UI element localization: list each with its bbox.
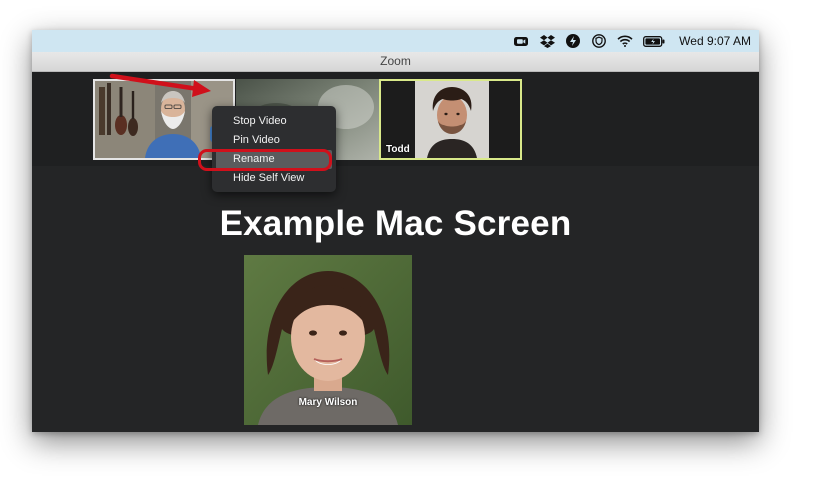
participant-name-label: Mary Wilson (298, 397, 358, 408)
shield-icon[interactable] (591, 33, 607, 49)
mac-screen: Wed 9:07 AM Zoom Todd Stop Video Pin Vid… (32, 30, 759, 432)
zoom-video-icon[interactable] (513, 33, 529, 49)
menu-item-stop-video[interactable]: Stop Video (212, 112, 336, 131)
wifi-icon[interactable] (617, 33, 633, 49)
window-title: Zoom (380, 54, 411, 68)
rename-callout-outline (198, 149, 332, 171)
video-strip: Todd ··· (32, 72, 759, 166)
battery-icon[interactable] (643, 33, 665, 49)
menu-bar-clock: Wed 9:07 AM (679, 34, 751, 48)
dropbox-icon[interactable] (539, 33, 555, 49)
window-title-bar: Zoom (32, 52, 759, 72)
mac-menu-bar: Wed 9:07 AM (32, 30, 759, 52)
main-video-tile[interactable]: Mary Wilson (244, 255, 412, 425)
menu-item-pin-video[interactable]: Pin Video (212, 131, 336, 150)
participant-name-label: Todd (386, 144, 410, 155)
bolt-icon[interactable] (565, 33, 581, 49)
overlay-heading: Example Mac Screen (219, 204, 572, 243)
menu-item-hide-self-view[interactable]: Hide Self View (212, 169, 336, 188)
active-speaker-tile[interactable]: Todd (379, 79, 522, 160)
